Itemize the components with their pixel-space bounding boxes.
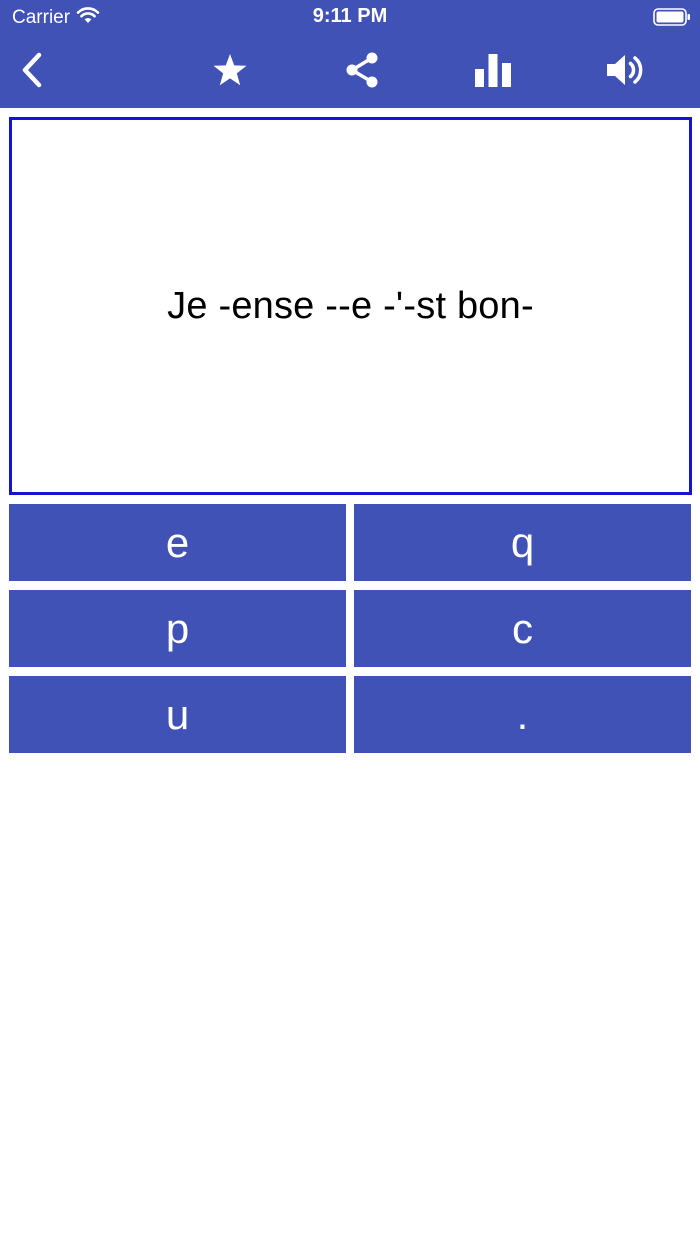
choice-button-u[interactable]: u [9, 676, 346, 753]
favorite-button[interactable] [208, 50, 252, 94]
choice-button-period[interactable]: . [354, 676, 691, 753]
battery-icon [653, 8, 691, 26]
statistics-button[interactable] [471, 50, 515, 94]
star-icon [212, 53, 248, 92]
back-button[interactable] [11, 50, 55, 94]
status-time: 9:11 PM [312, 5, 388, 27]
sentence-card: Je -ense --e -'-st bon- [9, 117, 692, 495]
speaker-icon [604, 51, 646, 94]
masked-sentence: Je -ense --e -'-st bon- [167, 284, 534, 327]
letter-choices: e q p c u . [9, 504, 691, 753]
choice-button-p[interactable]: p [9, 590, 346, 667]
toolbar [0, 36, 700, 108]
back-icon [20, 52, 46, 93]
audio-button[interactable] [603, 50, 647, 94]
share-icon [343, 51, 381, 94]
status-bar: Carrier 9:11 PM [0, 0, 700, 36]
choice-button-c[interactable]: c [354, 590, 691, 667]
top-bar: Carrier 9:11 PM [0, 0, 700, 108]
choice-button-e[interactable]: e [9, 504, 346, 581]
bar-chart-icon [473, 52, 513, 93]
choice-button-q[interactable]: q [354, 504, 691, 581]
share-button[interactable] [340, 50, 384, 94]
